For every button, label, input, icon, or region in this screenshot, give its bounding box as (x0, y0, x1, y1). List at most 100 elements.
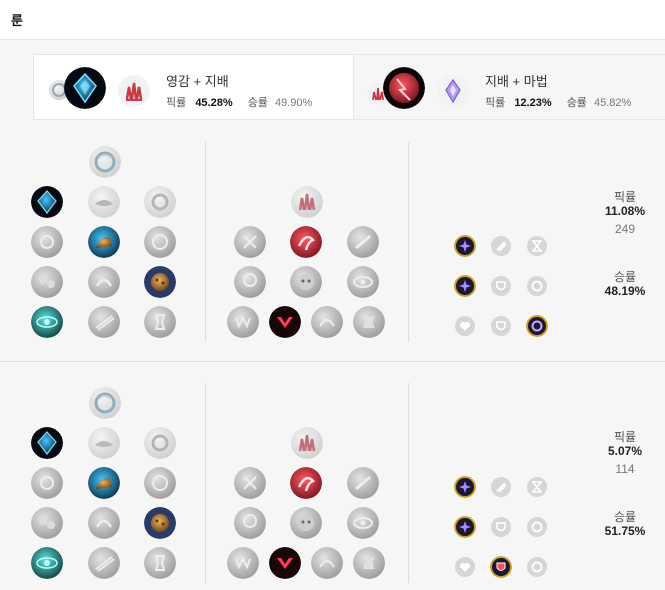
cosmic-insight-icon (31, 547, 63, 579)
magic-resist-shard-icon (526, 516, 548, 538)
win-rate-value: 45.82% (594, 97, 632, 109)
pick-rate-label: 픽률 (613, 190, 637, 204)
tab-stats: 픽률 12.23% 승률 45.82% (485, 94, 631, 110)
unsealed-spellbook-icon (88, 427, 120, 459)
pick-rate-label: 픽률 (485, 97, 506, 109)
domination-tree-icon (118, 75, 150, 107)
tab-name: 지배 + 마법 (485, 74, 548, 89)
minion-dematerializer-icon (88, 266, 120, 298)
domination-tree-icon (291, 427, 323, 459)
time-warp-tonic-icon (144, 306, 176, 338)
magic-resist-shard-icon (526, 556, 548, 578)
win-rate-label: 승률 (247, 97, 268, 109)
relentless-hunter-icon (311, 306, 343, 338)
inspiration-tree-icon (89, 387, 121, 419)
adaptive-force-shard-icon (454, 275, 476, 297)
eyeball-collection-icon (347, 507, 379, 539)
column-divider (408, 142, 409, 342)
hextech-flashtraption-icon (31, 226, 63, 258)
treasure-hunter-icon (227, 547, 259, 579)
sudden-impact-icon (347, 467, 379, 499)
win-rate-value: 51.75% (604, 524, 646, 538)
ability-haste-shard-icon (526, 235, 548, 257)
ingenious-hunter-icon (269, 306, 301, 338)
game-count: 114 (615, 462, 635, 476)
ingenious-hunter-icon (269, 547, 301, 579)
magic-resist-shard-icon (526, 315, 548, 337)
attack-speed-shard-icon (490, 476, 512, 498)
column-divider (408, 383, 409, 583)
armor-shard-icon (490, 315, 512, 337)
approach-velocity-icon (88, 547, 120, 579)
ultimate-hunter-icon (353, 306, 385, 338)
time-warp-tonic-icon (144, 547, 176, 579)
attack-speed-shard-icon (490, 235, 512, 257)
approach-velocity-icon (88, 306, 120, 338)
magical-footwear-icon (88, 226, 120, 258)
win-rate-value: 48.19% (604, 284, 646, 298)
pick-rate-value: 12.23% (514, 97, 552, 109)
taste-of-blood-icon (290, 226, 322, 258)
column-divider (205, 142, 206, 342)
taste-of-blood-icon (290, 467, 322, 499)
unsealed-spellbook-icon (88, 186, 120, 218)
first-strike-icon (144, 186, 176, 218)
pick-rate-value: 5.07% (607, 444, 643, 458)
future-market-icon (31, 507, 63, 539)
build-divider (0, 361, 665, 362)
hextech-flashtraption-icon (31, 467, 63, 499)
domination-tree-icon (291, 186, 323, 218)
cosmic-insight-icon (31, 306, 63, 338)
magic-resist-shard-icon (526, 275, 548, 297)
future-market-icon (31, 266, 63, 298)
glacial-augment-icon (31, 427, 63, 459)
health-shard-icon (454, 556, 476, 578)
first-strike-icon (144, 427, 176, 459)
win-rate-value: 49.90% (275, 97, 313, 109)
adaptive-force-shard-icon (454, 235, 476, 257)
armor-shard-icon (490, 556, 512, 578)
biscuit-delivery-icon (144, 266, 176, 298)
biscuit-delivery-icon (144, 507, 176, 539)
zombie-ward-icon (234, 266, 266, 298)
relentless-hunter-icon (311, 547, 343, 579)
page-header: 룬 (0, 0, 665, 40)
ghost-poro-icon (290, 266, 322, 298)
inspiration-tree-icon (89, 146, 121, 178)
game-count: 249 (614, 222, 636, 236)
cheap-shot-icon (234, 467, 266, 499)
magical-footwear-icon (88, 467, 120, 499)
ultimate-hunter-icon (353, 547, 385, 579)
pick-rate-label: 픽률 (613, 430, 637, 444)
tab-inspiration-domination[interactable]: 영감 + 지배 픽률 45.28% 승률 49.90% (33, 54, 354, 120)
win-rate-label: 승률 (613, 270, 637, 284)
ability-haste-shard-icon (526, 476, 548, 498)
treasure-hunter-icon (227, 306, 259, 338)
eyeball-collection-icon (347, 266, 379, 298)
win-rate-label: 승률 (566, 97, 587, 109)
perfect-timing-icon (144, 226, 176, 258)
column-divider (205, 383, 206, 583)
sudden-impact-icon (347, 226, 379, 258)
tab-domination-sorcery[interactable]: 지배 + 마법 픽률 12.23% 승률 45.82% (355, 54, 665, 120)
ghost-poro-icon (290, 507, 322, 539)
perfect-timing-icon (144, 467, 176, 499)
armor-shard-icon (490, 516, 512, 538)
cheap-shot-icon (234, 226, 266, 258)
pick-rate-label: 픽률 (166, 97, 187, 109)
tab-stats: 픽률 45.28% 승률 49.90% (166, 94, 312, 110)
armor-shard-icon (490, 275, 512, 297)
minion-dematerializer-icon (88, 507, 120, 539)
tab-name: 영감 + 지배 (166, 74, 229, 89)
page-title: 룬 (11, 13, 23, 28)
win-rate-label: 승률 (613, 510, 637, 524)
sorcery-tree-icon (437, 75, 469, 107)
glacial-augment-icon (31, 186, 63, 218)
glacial-augment-keystone-icon (64, 67, 106, 109)
electrocute-keystone-icon (383, 67, 425, 109)
pick-rate-value: 45.28% (195, 97, 233, 109)
zombie-ward-icon (234, 507, 266, 539)
health-shard-icon (454, 315, 476, 337)
adaptive-force-shard-icon (454, 516, 476, 538)
adaptive-force-shard-icon (454, 476, 476, 498)
